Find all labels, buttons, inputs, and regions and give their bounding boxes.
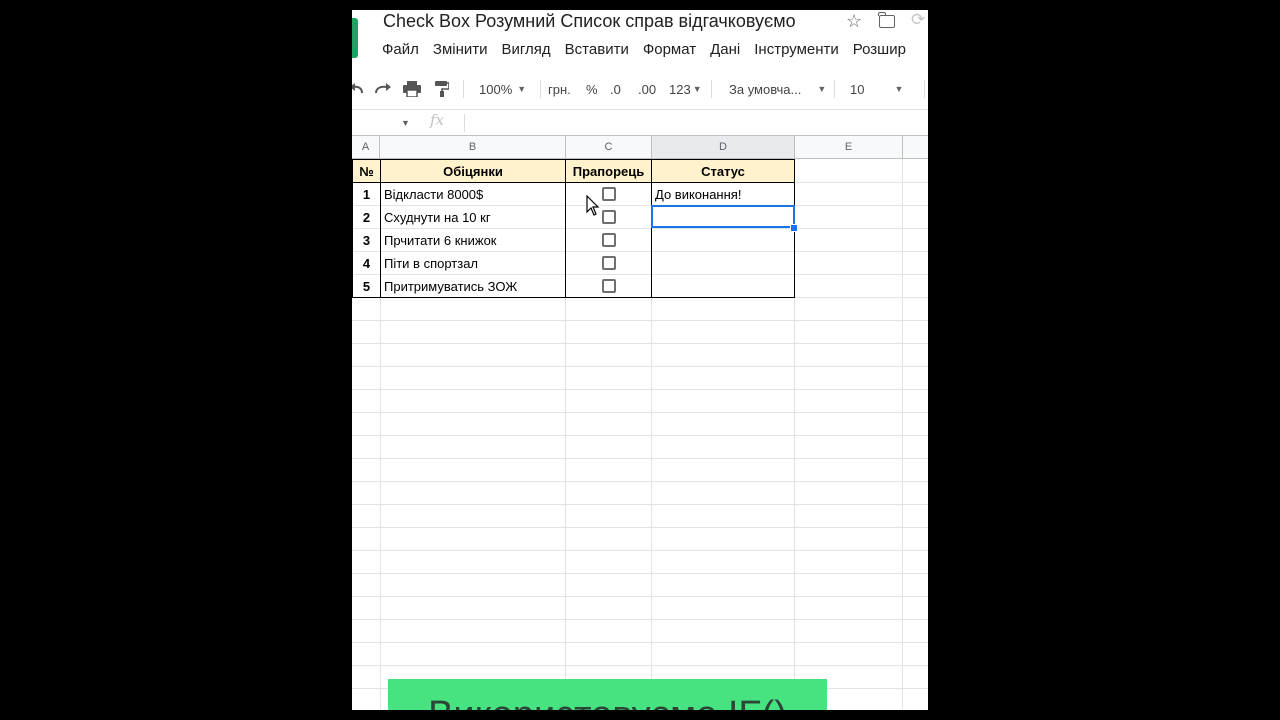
font-size-select[interactable]: 10 ▼ — [850, 76, 903, 102]
promise-cell[interactable]: Прчитати 6 книжок — [381, 229, 565, 251]
font-name: За умовча... — [729, 81, 802, 97]
spreadsheet-grid[interactable]: A B C D E № Обіцянки Прапорець Статус 1 … — [352, 135, 928, 710]
table-border — [352, 297, 795, 298]
redo-icon[interactable] — [374, 76, 392, 102]
menu-edit[interactable]: Змінити — [433, 41, 488, 58]
table-border — [352, 182, 795, 183]
status-cell[interactable] — [652, 252, 794, 274]
fx-icon: fx — [430, 111, 445, 129]
font-size-value: 10 — [850, 81, 865, 97]
name-box-dropdown-icon[interactable]: ▼ — [401, 118, 410, 128]
column-header-c[interactable]: C — [566, 135, 652, 159]
sync-icon: ⟳ — [911, 10, 926, 29]
menu-view[interactable]: Вигляд — [502, 41, 551, 58]
checkbox-cell[interactable] — [566, 229, 651, 251]
row-number-cell[interactable]: 5 — [353, 275, 380, 297]
promise-cell[interactable]: Відкласти 8000$ — [381, 183, 565, 205]
selected-cell-outline — [651, 205, 795, 228]
increase-decimal-button[interactable]: .00 — [638, 76, 656, 102]
sheets-window: Check Box Розумний Список справ відгачко… — [352, 10, 928, 710]
checkbox-cell[interactable] — [566, 252, 651, 274]
column-header-b[interactable]: B — [380, 135, 566, 159]
menu-extensions[interactable]: Розшир — [853, 41, 906, 58]
menu-tools[interactable]: Інструменти — [754, 41, 839, 58]
header-cell-promises[interactable]: Обіцянки — [381, 160, 565, 182]
table-border — [352, 159, 795, 160]
status-cell[interactable]: До виконання! — [652, 183, 794, 205]
more-formats-select[interactable]: 123 ▼ — [669, 76, 702, 102]
checkbox[interactable] — [601, 210, 616, 224]
row-number-cell[interactable]: 3 — [353, 229, 380, 251]
formula-bar: ▼ fx — [352, 109, 928, 136]
font-select[interactable]: За умовча... ▼ — [729, 76, 826, 102]
checkbox-cell[interactable] — [566, 183, 651, 205]
table-border — [651, 159, 652, 298]
column-header-e[interactable]: E — [795, 135, 903, 159]
currency-format-button[interactable]: грн. — [548, 76, 571, 102]
header-cell-num[interactable]: № — [353, 160, 380, 182]
chevron-down-icon: ▼ — [517, 84, 527, 94]
chevron-down-icon: ▼ — [894, 84, 904, 94]
menu-insert[interactable]: Вставити — [565, 41, 629, 58]
table-border — [380, 159, 381, 298]
chevron-down-icon: ▼ — [817, 84, 827, 94]
status-cell[interactable] — [652, 275, 794, 297]
row-number-cell[interactable]: 2 — [353, 206, 380, 228]
column-header-a[interactable]: A — [352, 135, 380, 159]
formula-input[interactable] — [470, 114, 920, 132]
checkbox-cell[interactable] — [566, 206, 651, 228]
column-header-f[interactable] — [903, 135, 928, 159]
increase-decimal-label: .00 — [638, 81, 657, 97]
column-header-d[interactable]: D — [652, 135, 795, 159]
more-formats-label: 123 — [669, 81, 691, 97]
header-cell-status[interactable]: Статус — [652, 160, 794, 182]
paint-format-icon[interactable] — [435, 76, 449, 102]
table-border — [352, 159, 353, 298]
row-number-cell[interactable]: 4 — [353, 252, 380, 274]
promise-cell[interactable]: Притримуватись ЗОЖ — [381, 275, 565, 297]
caption-banner: Використовуємо IF() — [388, 679, 827, 710]
checkbox[interactable] — [601, 187, 616, 201]
menu-file[interactable]: Файл — [382, 41, 419, 58]
row-number-cell[interactable]: 1 — [353, 183, 380, 205]
decrease-decimal-label: .0 — [610, 81, 621, 97]
undo-icon[interactable] — [352, 76, 364, 102]
promise-cell[interactable]: Схуднути на 10 кг — [381, 206, 565, 228]
menu-format[interactable]: Формат — [643, 41, 696, 58]
status-cell[interactable] — [652, 229, 794, 251]
promise-cell[interactable]: Піти в спортзал — [381, 252, 565, 274]
zoom-value: 100% — [479, 81, 513, 97]
fill-handle[interactable] — [790, 224, 798, 232]
chevron-down-icon: ▼ — [692, 84, 702, 94]
sheets-logo[interactable] — [352, 18, 358, 58]
checkbox[interactable] — [601, 233, 616, 247]
checkbox[interactable] — [601, 256, 616, 270]
checkbox[interactable] — [601, 279, 616, 293]
header-cell-flag[interactable]: Прапорець — [566, 160, 651, 182]
checkbox-cell[interactable] — [566, 275, 651, 297]
toolbar: 100% ▼ грн. % .0 .00 123 ▼ За умовча... … — [352, 76, 928, 102]
table-border — [565, 159, 566, 298]
decrease-decimal-button[interactable]: .0 — [610, 76, 621, 102]
star-icon[interactable]: ☆ — [846, 11, 862, 32]
move-folder-icon[interactable] — [878, 12, 895, 28]
menu-bar: Файл Змінити Вигляд Вставити Формат Дані… — [382, 41, 906, 58]
menu-data[interactable]: Дані — [710, 41, 740, 58]
zoom-select[interactable]: 100% ▼ — [479, 76, 526, 102]
percent-format-button[interactable]: % — [586, 76, 598, 102]
mouse-cursor-icon — [586, 195, 600, 216]
print-icon[interactable] — [403, 76, 421, 102]
document-title[interactable]: Check Box Розумний Список справ відгачко… — [383, 11, 796, 32]
